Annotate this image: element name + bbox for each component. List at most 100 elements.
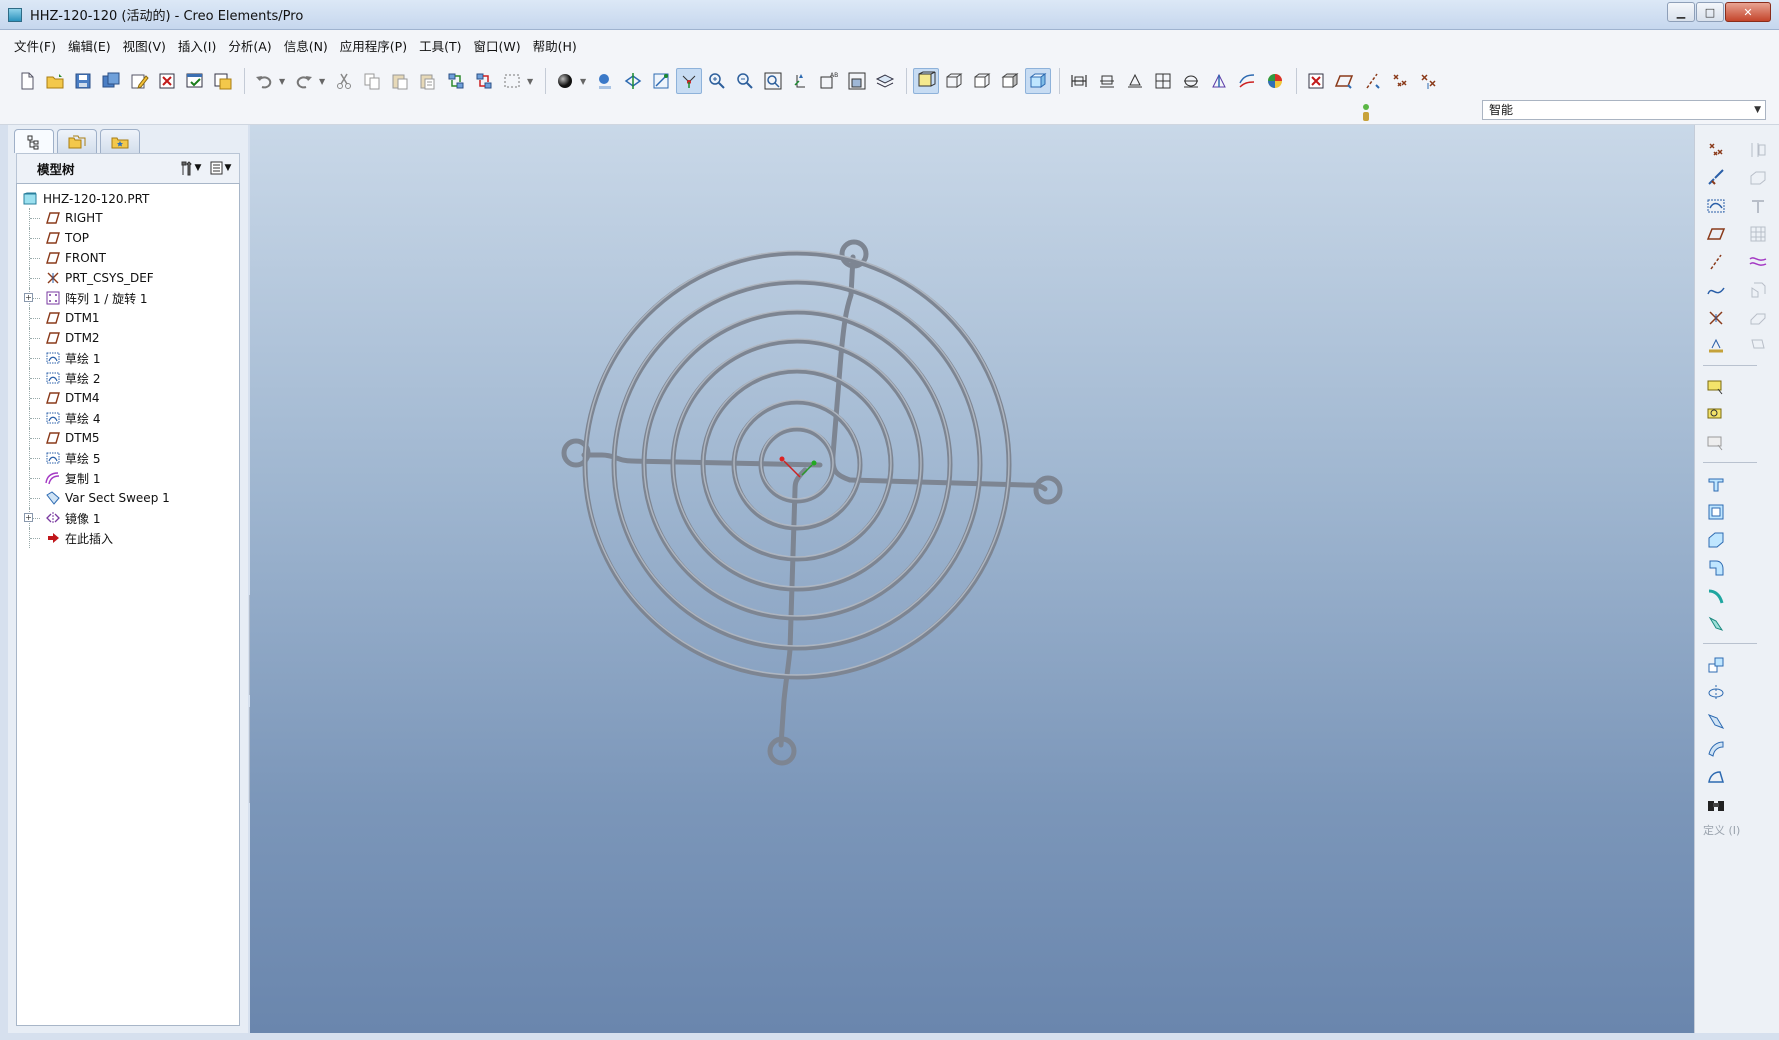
close-feature-icon[interactable] xyxy=(1303,68,1329,94)
new-file-icon[interactable] xyxy=(14,68,40,94)
chain-sketch-icon[interactable] xyxy=(1703,165,1729,191)
selection-filter-select[interactable]: 智能 ▼ xyxy=(1482,100,1766,120)
undo-dropdown-icon[interactable]: ▼ xyxy=(279,77,287,86)
close-button[interactable]: ✕ xyxy=(1725,2,1771,22)
shade-view-icon[interactable] xyxy=(997,68,1023,94)
tree-item[interactable]: + 镜像 1 xyxy=(24,508,170,528)
minimize-button[interactable]: ▁ xyxy=(1667,2,1695,22)
mirror-tool-icon[interactable] xyxy=(1703,680,1729,706)
wireframe-icon[interactable] xyxy=(913,68,939,94)
rename-icon[interactable] xyxy=(126,68,152,94)
menu-analysis[interactable]: 分析(A) xyxy=(222,36,277,58)
tree-item[interactable]: Var Sect Sweep 1 xyxy=(29,488,170,508)
sketch-tool-icon[interactable] xyxy=(1703,193,1729,219)
hidden-line-icon[interactable] xyxy=(941,68,967,94)
orient-center-icon[interactable] xyxy=(676,68,702,94)
flag-disabled-icon[interactable] xyxy=(1745,333,1771,359)
menu-info[interactable]: 信息(N) xyxy=(278,36,334,58)
open-folder-icon[interactable] xyxy=(42,68,68,94)
annotation-feature-icon[interactable] xyxy=(1703,374,1729,400)
tab-favorites[interactable] xyxy=(100,129,140,153)
datum-axis-tool-icon[interactable] xyxy=(1703,249,1729,275)
spin-center-icon[interactable] xyxy=(620,68,646,94)
cut-icon[interactable] xyxy=(331,68,357,94)
analysis-feature-icon[interactable] xyxy=(1703,333,1729,359)
annotation-disabled-icon[interactable] xyxy=(1703,430,1729,456)
spin-center-toggle-icon[interactable] xyxy=(1206,68,1232,94)
save-icon[interactable] xyxy=(70,68,96,94)
grid-disabled-icon[interactable] xyxy=(1745,221,1771,247)
tab-folder-browser[interactable] xyxy=(57,129,97,153)
menu-window[interactable]: 窗口(W) xyxy=(467,36,526,58)
regen-manager-icon[interactable] xyxy=(471,68,497,94)
color-appearance-icon[interactable] xyxy=(1262,68,1288,94)
maximize-button[interactable]: □ xyxy=(1696,2,1724,22)
datum-points-toggle-icon[interactable] xyxy=(1122,68,1148,94)
tree-item[interactable]: PRT_CSYS_DEF xyxy=(29,268,170,288)
tree-item[interactable]: DTM5 xyxy=(29,428,170,448)
tree-item[interactable]: 草绘 1 xyxy=(29,348,170,368)
select-box-icon[interactable] xyxy=(499,68,525,94)
tree-item[interactable]: + 阵列 1 / 旋转 1 xyxy=(24,288,170,308)
redo-dropdown-icon[interactable]: ▼ xyxy=(319,77,327,86)
tree-item[interactable]: 草绘 5 xyxy=(29,448,170,468)
annotation-toggle-icon[interactable] xyxy=(1178,68,1204,94)
merge-tool-icon[interactable] xyxy=(1703,708,1729,734)
binoculars-icon[interactable] xyxy=(1703,792,1729,818)
offset-disabled-icon[interactable] xyxy=(1745,193,1771,219)
style-surface-icon[interactable] xyxy=(1745,249,1771,275)
csys-tool-icon[interactable] xyxy=(1415,68,1441,94)
datum-point-tool-icon[interactable] xyxy=(1387,68,1413,94)
tab-model-tree[interactable] xyxy=(14,129,54,153)
menu-help[interactable]: 帮助(H) xyxy=(527,36,583,58)
chamfer-tool-icon[interactable] xyxy=(1703,583,1729,609)
extend-tool-icon[interactable] xyxy=(1703,764,1729,790)
csys-toggle-icon[interactable] xyxy=(1150,68,1176,94)
reorient-icon[interactable] xyxy=(788,68,814,94)
redo-icon[interactable] xyxy=(291,68,317,94)
saved-views-icon[interactable]: AB xyxy=(816,68,842,94)
no-hidden-icon[interactable] xyxy=(969,68,995,94)
mirror-disabled-icon[interactable] xyxy=(1745,137,1771,163)
csys-tool-icon[interactable] xyxy=(1703,305,1729,331)
paste-icon[interactable] xyxy=(387,68,413,94)
blend-disabled-icon[interactable] xyxy=(1745,305,1771,331)
shading-sphere-icon[interactable] xyxy=(552,68,578,94)
datum-plane-tool-icon[interactable] xyxy=(1703,221,1729,247)
select-dropdown-icon[interactable]: ▼ xyxy=(527,77,535,86)
repaint-icon[interactable] xyxy=(592,68,618,94)
tree-item[interactable]: DTM4 xyxy=(29,388,170,408)
shading-dropdown-icon[interactable]: ▼ xyxy=(580,77,588,86)
surface-disabled-icon[interactable] xyxy=(1745,165,1771,191)
shell-tool-icon[interactable] xyxy=(1703,499,1729,525)
annotation-set-icon[interactable] xyxy=(1703,402,1729,428)
datum-curve-tool-icon[interactable] xyxy=(1703,277,1729,303)
layers-view-icon[interactable] xyxy=(844,68,870,94)
round-tool-icon[interactable] xyxy=(1703,555,1729,581)
shaded-icon[interactable] xyxy=(1025,68,1051,94)
tree-item[interactable]: 草绘 2 xyxy=(29,368,170,388)
datum-point-tool-icon[interactable] xyxy=(1703,137,1729,163)
datum-plane-tool-icon[interactable] xyxy=(1331,68,1357,94)
orient-mode-icon[interactable] xyxy=(648,68,674,94)
menu-edit[interactable]: 编辑(E) xyxy=(62,36,117,58)
tree-item[interactable]: 复制 1 xyxy=(29,468,170,488)
tree-root-item[interactable]: HHZ-120-120.PRT xyxy=(23,190,149,208)
layers-icon[interactable] xyxy=(872,68,898,94)
tree-item[interactable]: TOP xyxy=(29,228,170,248)
datum-axis-tool-icon[interactable] xyxy=(1359,68,1385,94)
menu-insert[interactable]: 插入(I) xyxy=(172,36,222,58)
regenerate-icon[interactable] xyxy=(443,68,469,94)
copy-icon[interactable] xyxy=(359,68,385,94)
paste-special-icon[interactable] xyxy=(415,68,441,94)
menu-view[interactable]: 视图(V) xyxy=(117,36,172,58)
datum-planes-toggle-icon[interactable] xyxy=(1066,68,1092,94)
menu-file[interactable]: 文件(F) xyxy=(8,36,62,58)
refit-icon[interactable] xyxy=(760,68,786,94)
undo-icon[interactable] xyxy=(251,68,277,94)
tree-item[interactable]: 草绘 4 xyxy=(29,408,170,428)
tree-item[interactable]: RIGHT xyxy=(29,208,170,228)
pattern-tool-icon[interactable] xyxy=(1703,652,1729,678)
appearance-gallery-icon[interactable] xyxy=(1234,68,1260,94)
tree-item[interactable]: DTM2 xyxy=(29,328,170,348)
